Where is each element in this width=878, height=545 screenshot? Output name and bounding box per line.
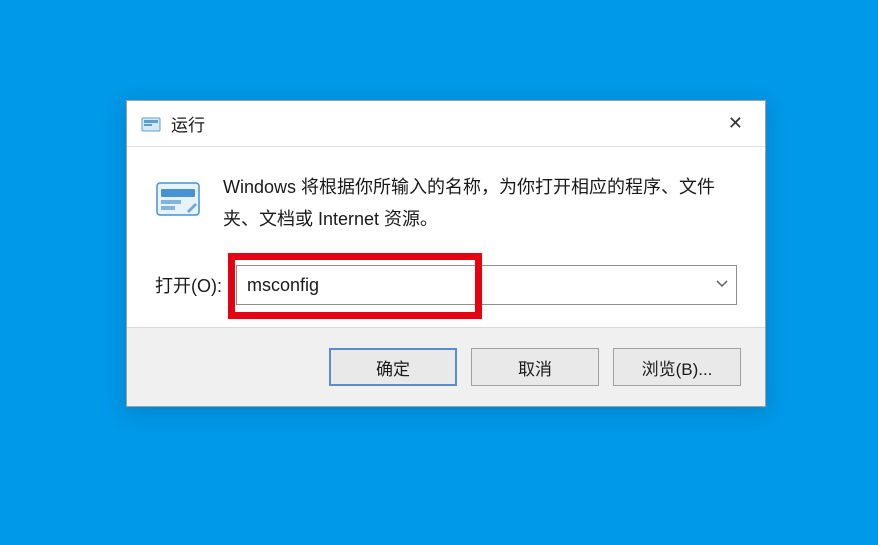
titlebar-left: 运行: [141, 111, 205, 136]
run-body-icon: [155, 175, 201, 221]
open-label: 打开(O):: [155, 272, 222, 298]
description-row: Windows 将根据你所输入的名称，为你打开相应的程序、文件夹、文档或 Int…: [155, 171, 737, 235]
dialog-body: Windows 将根据你所输入的名称，为你打开相应的程序、文件夹、文档或 Int…: [127, 147, 765, 327]
description-text: Windows 将根据你所输入的名称，为你打开相应的程序、文件夹、文档或 Int…: [223, 171, 737, 235]
close-button[interactable]: ✕: [720, 111, 751, 136]
run-title-icon: [141, 114, 161, 134]
dialog-title: 运行: [171, 111, 205, 136]
button-bar: 确定 取消 浏览(B)...: [127, 327, 765, 406]
open-input-row: 打开(O):: [155, 265, 737, 305]
open-combobox[interactable]: [236, 265, 737, 305]
browse-button[interactable]: 浏览(B)...: [613, 348, 741, 386]
cancel-button[interactable]: 取消: [471, 348, 599, 386]
run-dialog: 运行 ✕ Windows 将根据你所输入的名称，为你打开相应的程序、文件夹、文档…: [126, 100, 766, 407]
titlebar: 运行 ✕: [127, 101, 765, 147]
open-input[interactable]: [236, 265, 737, 305]
ok-button[interactable]: 确定: [329, 348, 457, 386]
